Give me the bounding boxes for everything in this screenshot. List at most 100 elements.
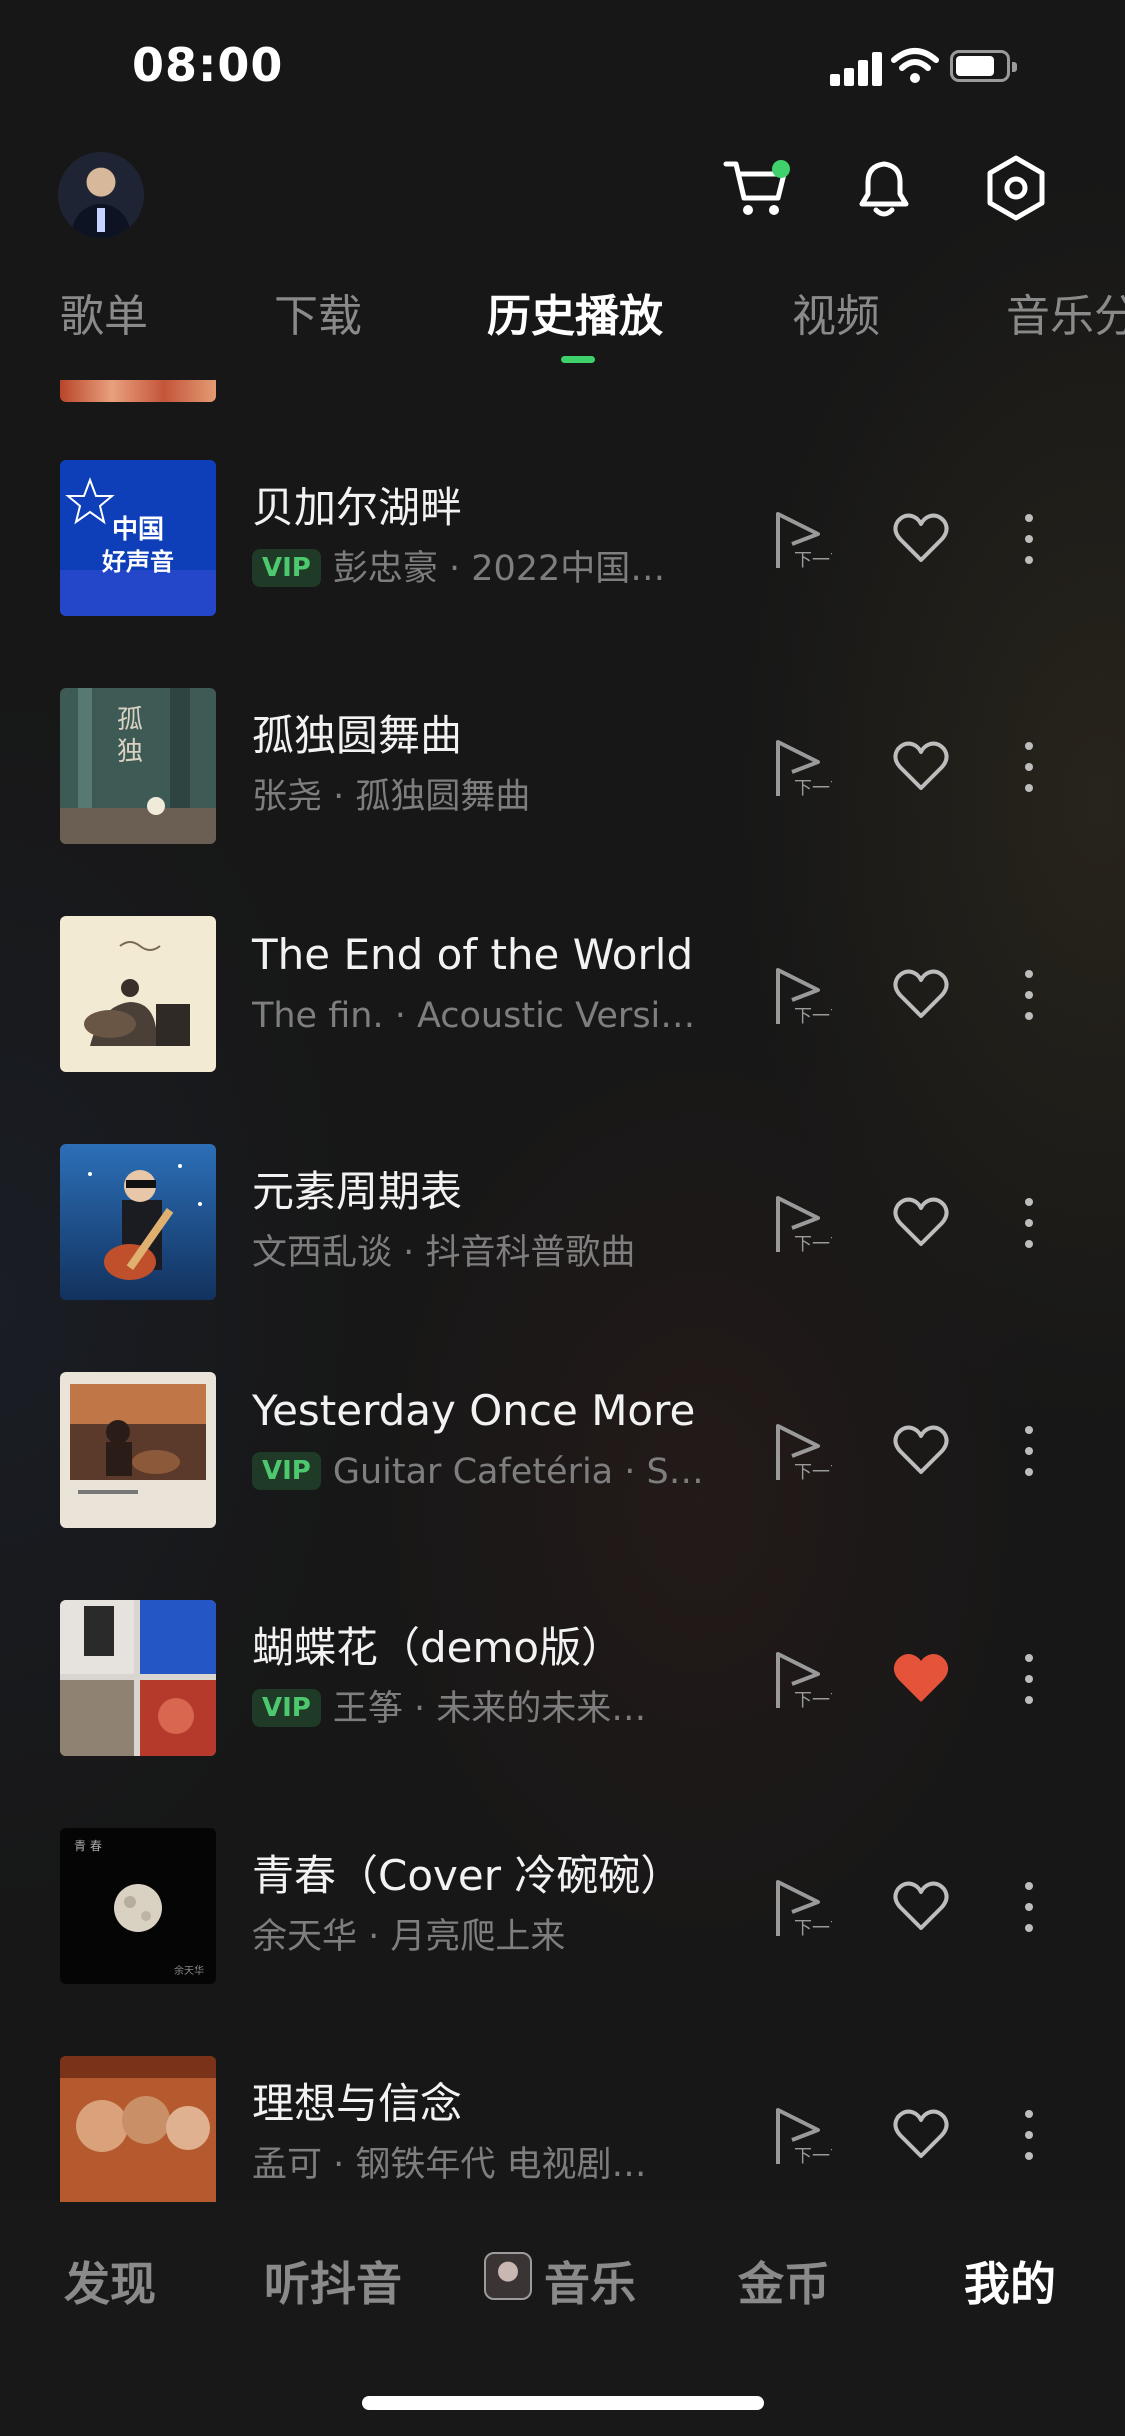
svg-text:孤: 孤 — [117, 705, 143, 735]
svg-text:下一首: 下一首 — [794, 2146, 832, 2167]
song-artist-album: Guitar Cafetéria · S… — [332, 1452, 704, 1492]
song-row[interactable]: 蝴蝶花（demo版） VIP 王筝 · 未来的未来… 下一首 — [0, 1558, 1125, 1786]
song-subtitle: 余天华 · 月亮爬上来 — [252, 1917, 566, 1957]
more-icon[interactable] — [1014, 966, 1044, 1024]
song-row[interactable]: 元素周期表 文西乱谈 · 抖音科普歌曲 下一首 — [0, 1102, 1125, 1330]
svg-text:下一首: 下一首 — [794, 1462, 832, 1483]
song-title: 蝴蝶花（demo版） — [252, 1623, 624, 1672]
cellular-signal-icon — [830, 50, 886, 86]
bell-icon[interactable] — [846, 150, 922, 226]
heart-icon[interactable] — [892, 2108, 950, 2160]
play-next-icon[interactable]: 下一首 — [772, 1876, 832, 1940]
heart-icon[interactable] — [892, 740, 950, 792]
svg-text:下一首: 下一首 — [794, 778, 832, 799]
svg-text:中国: 中国 — [112, 515, 164, 545]
more-icon[interactable] — [1014, 1194, 1044, 1252]
more-icon[interactable] — [1014, 1650, 1044, 1708]
now-playing-thumbnail[interactable] — [484, 2252, 532, 2300]
tab-music-more[interactable]: 音乐分 — [1006, 280, 1125, 344]
album-cover — [60, 2056, 216, 2202]
album-cover: 青 春 余天华 — [60, 1828, 216, 1984]
svg-text:好声音: 好声音 — [101, 548, 174, 576]
song-title: 孤独圆舞曲 — [252, 711, 463, 760]
song-row[interactable]: Yesterday Once More VIP Guitar Cafetéria … — [0, 1330, 1125, 1558]
nav-douyin[interactable]: 听抖音 — [264, 2248, 402, 2314]
song-artist-album: 王筝 · 未来的未来… — [332, 1689, 647, 1729]
vip-badge: VIP — [252, 1689, 321, 1727]
play-next-icon[interactable]: 下一首 — [772, 1648, 832, 1712]
song-row[interactable]: 理想与信念 孟可 · 钢铁年代 电视剧… 下一首 — [0, 2014, 1125, 2202]
nav-music[interactable]: 音乐 — [544, 2248, 636, 2314]
home-indicator[interactable] — [362, 2396, 764, 2410]
svg-text:独: 独 — [117, 737, 143, 767]
svg-text:下一首: 下一首 — [794, 1690, 832, 1711]
song-subtitle: 孟可 · 钢铁年代 电视剧… — [252, 2145, 647, 2185]
song-row[interactable]: The End of the World The fin. · Acoustic… — [0, 874, 1125, 1102]
tab-downloads[interactable]: 下载 — [274, 280, 362, 344]
song-subtitle: VIP 彭忠豪 · 2022中国… — [252, 540, 722, 591]
play-next-icon[interactable]: 下一首 — [772, 736, 832, 800]
heart-icon[interactable] — [892, 512, 950, 564]
song-subtitle: VIP Guitar Cafetéria · S… — [252, 1452, 722, 1492]
vip-badge: VIP — [252, 1452, 321, 1490]
heart-icon[interactable] — [892, 1196, 950, 1248]
song-title: 元素周期表 — [252, 1167, 463, 1216]
svg-text:下一首: 下一首 — [794, 550, 832, 571]
album-cover — [60, 1372, 216, 1528]
nav-discover[interactable]: 发现 — [64, 2248, 156, 2314]
nav-mine[interactable]: 我的 — [964, 2248, 1056, 2314]
vip-badge: VIP — [252, 549, 321, 587]
song-subtitle: 张尧 · 孤独圆舞曲 — [252, 777, 531, 817]
song-row[interactable]: 孤 独 孤独圆舞曲 张尧 · 孤独圆舞曲 下一首 — [0, 646, 1125, 874]
play-next-icon[interactable]: 下一首 — [772, 2104, 832, 2168]
tab-history[interactable]: 历史播放 — [487, 280, 663, 344]
album-cover — [60, 1600, 216, 1756]
song-title: Yesterday Once More — [252, 1386, 696, 1435]
settings-icon[interactable] — [978, 150, 1054, 226]
song-subtitle: VIP 王筝 · 未来的未来… — [252, 1680, 722, 1731]
album-cover[interactable] — [60, 380, 216, 402]
album-cover — [60, 1144, 216, 1300]
song-row[interactable]: 中国 好声音 贝加尔湖畔 VIP 彭忠豪 · 2022中国… 下一首 — [0, 418, 1125, 646]
song-subtitle: The fin. · Acoustic Versi… — [252, 996, 696, 1036]
cart-notification-dot — [772, 160, 790, 178]
more-icon[interactable] — [1014, 1422, 1044, 1480]
svg-text:下一首: 下一首 — [794, 1918, 832, 1939]
play-next-icon[interactable]: 下一首 — [772, 1420, 832, 1484]
album-cover: 中国 好声音 — [60, 460, 216, 616]
tab-playlists[interactable]: 歌单 — [60, 280, 148, 344]
album-cover — [60, 916, 216, 1072]
play-next-icon[interactable]: 下一首 — [772, 964, 832, 1028]
tab-videos[interactable]: 视频 — [792, 280, 880, 344]
play-next-icon[interactable]: 下一首 — [772, 508, 832, 572]
svg-text:下一首: 下一首 — [794, 1234, 832, 1255]
song-row[interactable]: 青 春 余天华 青春（Cover 冷碗碗） 余天华 · 月亮爬上来 下一首 — [0, 1786, 1125, 2014]
wifi-icon — [891, 48, 939, 83]
more-icon[interactable] — [1014, 2106, 1044, 2164]
nav-coins[interactable]: 金币 — [738, 2248, 830, 2314]
svg-text:下一首: 下一首 — [794, 1006, 832, 1027]
song-title: 贝加尔湖畔 — [252, 483, 463, 532]
status-time: 08:00 — [132, 38, 284, 92]
song-title: 理想与信念 — [252, 2079, 463, 2128]
more-icon[interactable] — [1014, 738, 1044, 796]
play-next-icon[interactable]: 下一首 — [772, 1192, 832, 1256]
battery-icon — [950, 50, 1017, 82]
heart-icon[interactable] — [892, 1880, 950, 1932]
more-icon[interactable] — [1014, 1878, 1044, 1936]
active-tab-indicator — [561, 356, 595, 363]
avatar[interactable] — [58, 152, 144, 238]
heart-filled-icon[interactable] — [892, 1652, 950, 1704]
song-artist-album: 彭忠豪 · 2022中国… — [332, 549, 666, 589]
more-icon[interactable] — [1014, 510, 1044, 568]
svg-text:余天华: 余天华 — [174, 1964, 204, 1977]
history-song-list: 中国 好声音 贝加尔湖畔 VIP 彭忠豪 · 2022中国… 下一首 孤 独 孤独… — [0, 380, 1125, 2202]
song-subtitle: 文西乱谈 · 抖音科普歌曲 — [252, 1233, 636, 1273]
heart-icon[interactable] — [892, 1424, 950, 1476]
song-title: 青春（Cover 冷碗碗） — [252, 1851, 683, 1900]
album-cover: 孤 独 — [60, 688, 216, 844]
status-bar: 08:00 — [0, 0, 1125, 130]
song-title: The End of the World — [252, 930, 694, 979]
heart-icon[interactable] — [892, 968, 950, 1020]
svg-text:青 春: 青 春 — [74, 1839, 102, 1853]
